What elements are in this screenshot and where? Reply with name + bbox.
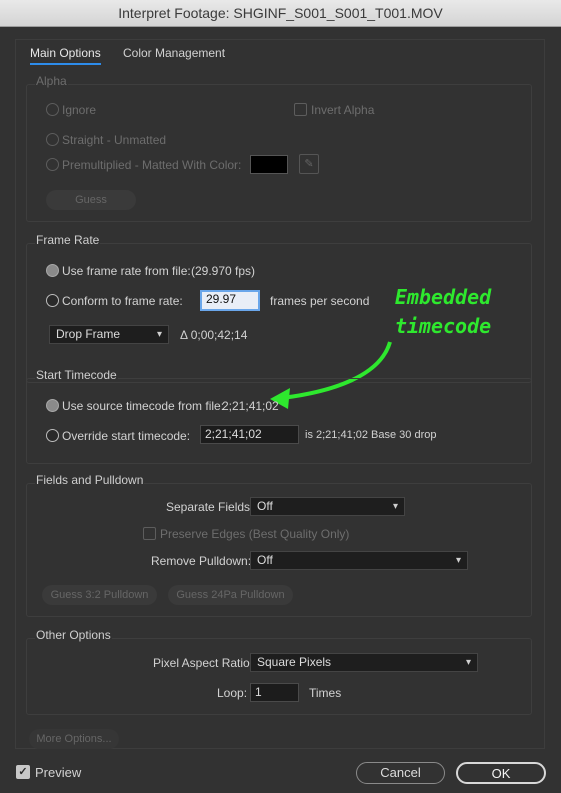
more-options-button[interactable]: More Options...: [29, 729, 119, 749]
guess-32-pulldown-button[interactable]: Guess 3:2 Pulldown: [42, 585, 157, 605]
start-timecode-group: Start Timecode: [26, 368, 532, 464]
start-timecode-group-title: Start Timecode: [35, 368, 118, 382]
source-timecode-value: 2;21;41;02: [222, 399, 279, 413]
separate-fields-value: Off: [257, 499, 273, 513]
loop-times-label: Times: [309, 686, 342, 700]
use-source-timecode-label: Use source timecode from file:: [62, 399, 225, 413]
window-title: Interpret Footage: SHGINF_S001_S001_T001…: [118, 5, 443, 21]
chevron-down-icon: ▾: [455, 555, 461, 566]
chevron-down-icon: ▾: [392, 501, 398, 512]
fields-pulldown-group-title: Fields and Pulldown: [35, 473, 145, 487]
override-timecode-label: Override start timecode:: [62, 429, 191, 443]
separate-fields-select[interactable]: Off ▾: [250, 497, 405, 516]
ok-button[interactable]: OK: [456, 762, 546, 784]
preview-checkbox[interactable]: ✓: [16, 765, 30, 779]
separate-fields-label: Separate Fields:: [166, 500, 254, 514]
loop-label: Loop:: [217, 686, 248, 700]
remove-pulldown-label: Remove Pulldown:: [151, 554, 252, 568]
override-timecode-radio[interactable]: [46, 429, 59, 442]
pixel-aspect-ratio-select[interactable]: Square Pixels ▾: [250, 653, 478, 672]
other-options-group-title: Other Options: [35, 628, 112, 642]
window-titlebar: Interpret Footage: SHGINF_S001_S001_T001…: [0, 0, 561, 27]
chevron-down-icon: ▾: [465, 657, 471, 668]
pixel-aspect-ratio-label: Pixel Aspect Ratio:: [153, 656, 254, 670]
other-options-group: Other Options: [26, 628, 532, 715]
preview-label: Preview: [35, 765, 82, 780]
cancel-button[interactable]: Cancel: [356, 762, 445, 784]
remove-pulldown-select[interactable]: Off ▾: [250, 551, 468, 570]
override-timecode-input[interactable]: 2;21;41;02: [200, 425, 299, 444]
loop-input[interactable]: 1: [250, 683, 299, 702]
guess-24pa-pulldown-button[interactable]: Guess 24Pa Pulldown: [168, 585, 293, 605]
preserve-edges-checkbox[interactable]: [143, 527, 156, 540]
interpret-footage-dialog: Main Options Color Management Alpha Igno…: [0, 27, 561, 793]
preserve-edges-label: Preserve Edges (Best Quality Only): [160, 527, 350, 541]
pixel-aspect-ratio-value: Square Pixels: [257, 655, 332, 669]
use-source-timecode-radio[interactable]: [46, 399, 59, 412]
timecode-info: is 2;21;41;02 Base 30 drop: [305, 429, 437, 441]
remove-pulldown-value: Off: [257, 553, 273, 567]
